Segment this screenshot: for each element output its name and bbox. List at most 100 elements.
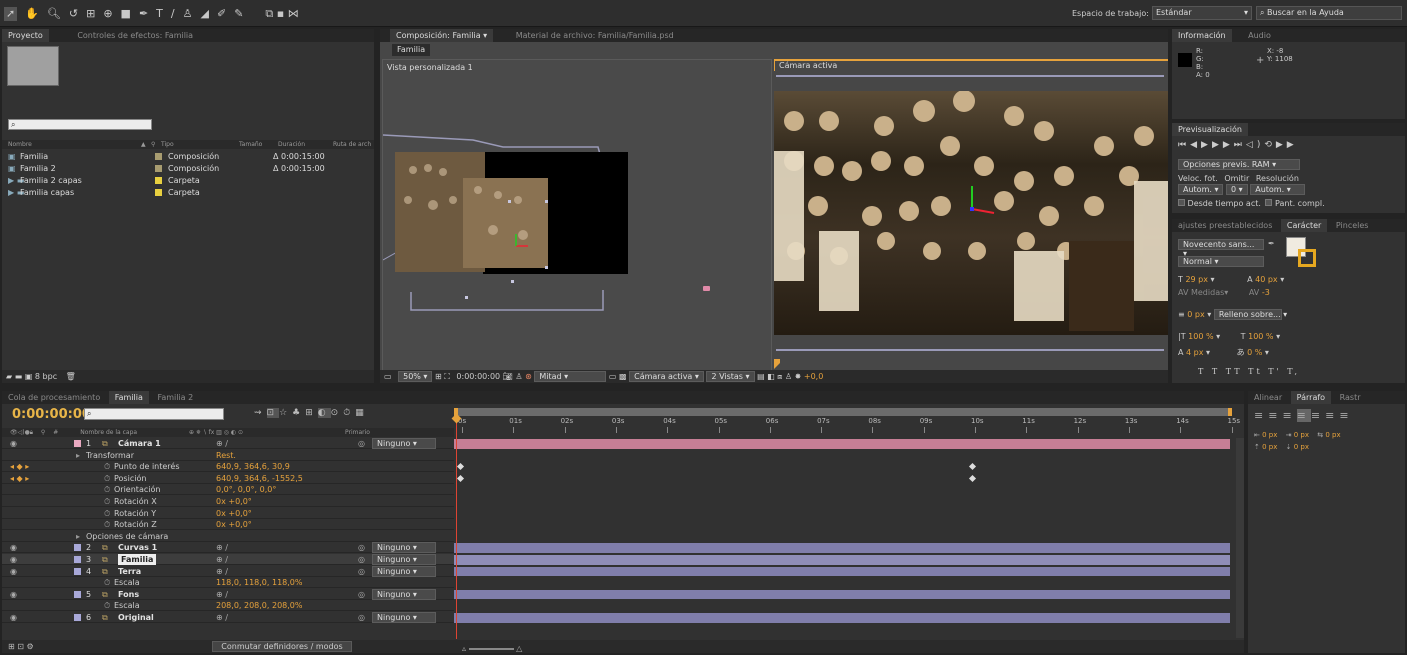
property-value[interactable]: 0x +0,0° (216, 496, 252, 507)
leading-value[interactable]: 40 px (1255, 275, 1278, 284)
parent-select[interactable]: Ninguno ▾ (372, 565, 436, 577)
layer-row[interactable]: ◉ 4 ⧉ Terra ⊕ ∕ ◎ Ninguno ▾ (2, 565, 454, 577)
justify-left-icon[interactable]: ≡ (1296, 409, 1311, 422)
zoom-tool-icon[interactable]: 🔍︎ (47, 7, 61, 21)
layer-row[interactable]: ◉ 2 ⧉ Curvas 1 ⊕ ∕ ◎ Ninguno ▾ (2, 542, 454, 554)
zoom-in-icon[interactable]: △ (516, 644, 522, 653)
project-search-input[interactable]: ⌕ (8, 119, 152, 130)
layer-switches[interactable]: ⊕ ∕ (216, 589, 228, 600)
eye-icon[interactable]: ◉ (10, 589, 17, 600)
tab-render-queue[interactable]: Cola de procesamiento (2, 391, 106, 404)
vertical-scale-value[interactable]: 100 % (1188, 332, 1213, 341)
color-channel-icon[interactable]: ⊛ (525, 372, 532, 381)
parent-select[interactable]: Ninguno ▾ (372, 554, 436, 565)
left-viewer[interactable]: Vista personalizada 1 (382, 59, 772, 371)
property-row[interactable]: ▸ Opciones de cámara (2, 531, 454, 542)
tab-preview[interactable]: Previsualización (1172, 123, 1248, 136)
tab-align[interactable]: Alinear (1248, 391, 1288, 404)
parent-pickwhip-icon[interactable]: ◎ (358, 612, 365, 623)
property-value[interactable]: Rest. (216, 450, 236, 461)
property-value[interactable]: 0,0°, 0,0°, 0,0° (216, 484, 276, 495)
res-select[interactable]: Autom. ▾ (1250, 184, 1306, 195)
layer-switches[interactable]: ⊕ ∕ (216, 438, 228, 449)
interpret-footage-icon[interactable]: ▰ (6, 372, 12, 381)
playhead-line[interactable] (456, 417, 457, 639)
stopwatch-icon[interactable]: ⏱ (104, 473, 110, 484)
tab-effect-controls[interactable]: Controles de efectos: Familia (71, 29, 199, 42)
col-name[interactable]: Nombre (8, 140, 32, 149)
layer-name[interactable]: Cámara 1 (118, 438, 161, 449)
time-ruler[interactable]: 0s 01s 02s 03s 04s 05s 06s 07s 08s 09s 10s 11s 12s 13… (454, 408, 1240, 434)
group-toggle-icon[interactable]: ▸ (76, 531, 80, 542)
keyframe-diamond[interactable] (456, 463, 465, 471)
tab-timeline-familia[interactable]: Familia (108, 391, 149, 404)
last-frame-icon[interactable]: ⏭ (1234, 140, 1246, 150)
layer-label-color[interactable] (74, 614, 81, 621)
horizontal-scale-value[interactable]: 100 % (1248, 332, 1273, 341)
stopwatch-icon[interactable]: ⏱ (104, 577, 110, 588)
fps-select[interactable]: Autom. ▾ (1178, 184, 1224, 195)
live-update-icon[interactable]: ⊡ (266, 408, 280, 418)
indent-right-value[interactable]: 0 px (1294, 431, 1309, 439)
keyframe-diamond[interactable] (968, 463, 977, 471)
eye-icon[interactable]: ◉ (10, 554, 17, 565)
viewer-options-icon[interactable]: ▭ (384, 372, 392, 381)
play-icon[interactable]: ▶ (1201, 140, 1212, 150)
col-path[interactable]: Ruta de arch (333, 140, 371, 149)
col-parent[interactable]: Primario (345, 428, 370, 437)
text-style-buttons[interactable]: T T TT Tt T' T, (1198, 367, 1300, 376)
view-layout-icon[interactable]: ▤ ◧ ⧈ ♙ ✸ (757, 372, 801, 381)
parent-pickwhip-icon[interactable]: ◎ (358, 589, 365, 600)
frame-blend-icon[interactable]: ⊞ (305, 408, 318, 418)
puppet-tool-icon[interactable]: ✎ (234, 7, 243, 21)
layer-duration-bar[interactable] (454, 543, 1230, 553)
property-row[interactable]: ⏱ Punto de interés 640,9, 364,6, 30,9 ◂ ◆ … (2, 461, 454, 473)
parent-pickwhip-icon[interactable]: ◎ (358, 542, 365, 553)
stroke-color-swatch[interactable] (1298, 249, 1316, 267)
parent-pickwhip-icon[interactable]: ◎ (358, 554, 365, 565)
project-item[interactable]: ▣ Familia 2 Composición Δ 0:00:15:00 (2, 163, 374, 174)
layer-switches[interactable]: ⊕ ∕ (216, 612, 228, 623)
tab-footage[interactable]: Material de archivo: Familia/Familia.psd (510, 29, 680, 42)
toggle-switches-modes-button[interactable]: Conmutar definidores / modos (212, 641, 352, 652)
roto-tool-icon[interactable]: ✐ (217, 7, 226, 21)
layer-label-color[interactable] (74, 544, 81, 552)
space-before-value[interactable]: 0 px (1262, 443, 1277, 451)
stopwatch-icon[interactable]: ⏱ (104, 508, 110, 519)
selection-tool-icon[interactable]: ➚ (4, 7, 18, 21)
parent-select[interactable]: Ninguno ▾ (372, 612, 436, 623)
zoom-out-icon[interactable]: ▵ (462, 644, 466, 653)
property-value[interactable]: 118,0, 118,0, 118,0% (216, 577, 302, 588)
views-select[interactable]: 2 Vistas ▾ (706, 371, 755, 382)
prev-frame-icon[interactable]: ◀ (1190, 140, 1201, 150)
layer-duration-bar[interactable] (454, 566, 1230, 577)
draft-3d-icon[interactable]: ☆ (279, 408, 292, 418)
property-row[interactable]: ⏱ Rotación Y 0x +0,0° (2, 508, 454, 519)
col-size[interactable]: Tamaño (239, 140, 262, 149)
layer-row[interactable]: ◉ 5 ⧉ Fons ⊕ ∕ ◎ Ninguno ▾ (2, 588, 454, 600)
audio-icon[interactable]: ◁) (1246, 140, 1264, 150)
timeline-search-input[interactable]: ⌕ (84, 408, 224, 420)
layer-label-color[interactable] (74, 556, 81, 563)
parent-pickwhip-icon[interactable]: ◎ (358, 566, 365, 577)
footer-toggle-icons[interactable]: ⊞ ⊡ ⚙ (8, 642, 34, 651)
group-toggle-icon[interactable]: ▸ (76, 450, 80, 461)
project-item[interactable]: ▶ ▬ Familia 2 capas Carpeta (2, 175, 374, 186)
layer-label-color[interactable] (74, 567, 81, 575)
work-area-bar[interactable] (456, 408, 1232, 416)
comp-breadcrumb[interactable]: Familia (392, 44, 431, 56)
parent-pickwhip-icon[interactable]: ◎ (358, 438, 365, 449)
brush-tool-icon[interactable]: ∕ (171, 7, 175, 21)
axis-mode-icon[interactable]: ⧉ ▪ ⋈ (265, 7, 298, 21)
stopwatch-icon[interactable]: ⏱ (104, 600, 110, 611)
eye-icon[interactable]: ◉ (10, 612, 17, 623)
layer-row[interactable]: ◉ 3 ⧉ Familia ⊕ ∕ ◎ Ninguno ▾ (2, 554, 454, 565)
layer-duration-bar[interactable] (454, 613, 1230, 623)
from-current-checkbox[interactable] (1178, 199, 1185, 206)
type-tool-icon[interactable]: T (156, 7, 163, 21)
trash-icon[interactable]: 🗑︎ (66, 372, 76, 381)
eye-icon[interactable]: ◉ (10, 566, 17, 577)
stroke-width-value[interactable]: 0 px (1187, 310, 1204, 319)
right-viewer[interactable]: Cámara activa (774, 59, 1168, 371)
tab-audio[interactable]: Audio (1242, 29, 1277, 42)
